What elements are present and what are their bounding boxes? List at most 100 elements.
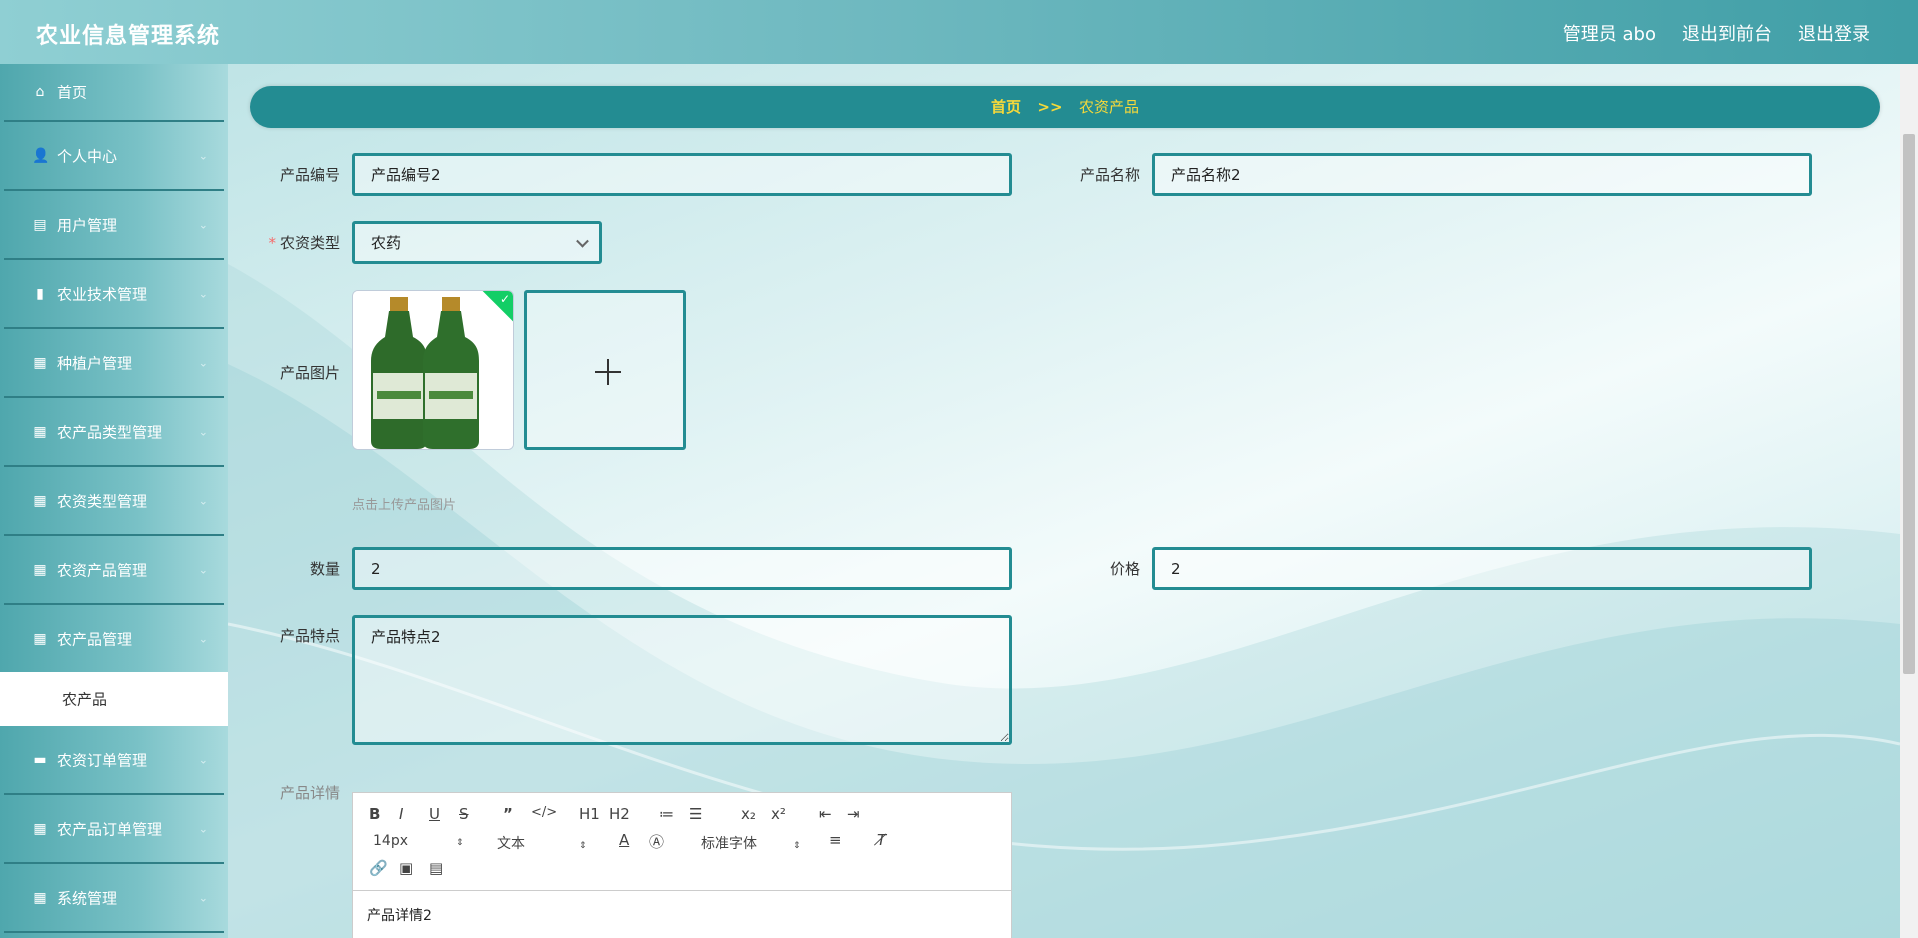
- sidebar-item-growers[interactable]: ▦ 种植户管理 ⌄: [4, 329, 224, 398]
- underline-icon[interactable]: U: [429, 805, 440, 823]
- sidebar-item-agri-tech[interactable]: ▮ 农业技术管理 ⌄: [4, 260, 224, 329]
- image-upload-button[interactable]: [524, 290, 686, 450]
- grid-icon: ▦: [33, 423, 47, 440]
- code-icon[interactable]: </>: [531, 805, 557, 820]
- top-nav: 管理员 abo 退出到前台 退出登录: [1563, 20, 1870, 46]
- home-icon: ⌂: [35, 84, 45, 100]
- sidebar-item-product-types[interactable]: ▦ 农产品类型管理 ⌄: [4, 398, 224, 467]
- name-label: 产品名称: [1079, 166, 1140, 184]
- sidebar-item-product-orders[interactable]: ▦ 农产品订单管理 ⌄: [4, 795, 224, 864]
- italic-icon[interactable]: I: [399, 805, 403, 823]
- product-code-input[interactable]: 产品编号2: [352, 153, 1012, 196]
- indent-icon[interactable]: ⇥: [847, 805, 860, 823]
- background-color-icon[interactable]: Ⓐ: [649, 831, 664, 852]
- chevron-down-icon: ⌄: [198, 753, 208, 766]
- sidebar-item-label: 农产品类型管理: [57, 423, 163, 441]
- chevron-down-icon: ⌄: [198, 494, 208, 507]
- sidebar-item-label: 农资产品管理: [57, 561, 148, 579]
- product-image-thumbnail[interactable]: ✓: [352, 290, 514, 450]
- blockquote-icon[interactable]: ”: [503, 805, 513, 823]
- chevron-down-icon: ⌄: [198, 149, 208, 162]
- price-input[interactable]: 2: [1152, 547, 1812, 590]
- type-label-text: 农资类型: [279, 234, 340, 252]
- breadcrumb-home[interactable]: 首页: [991, 98, 1021, 116]
- scrollbar-thumb[interactable]: [1903, 134, 1915, 674]
- sidebar-item-label: 农产品订单管理: [57, 820, 163, 838]
- chevron-down-icon: ⌄: [198, 287, 208, 300]
- exit-to-front-link[interactable]: 退出到前台: [1682, 20, 1772, 46]
- heading-1-icon[interactable]: H1: [579, 805, 600, 823]
- product-name-input[interactable]: 产品名称2: [1152, 153, 1812, 196]
- app-title: 农业信息管理系统: [36, 24, 221, 49]
- superscript-icon[interactable]: x²: [771, 805, 786, 823]
- outdent-icon[interactable]: ⇤: [819, 805, 832, 823]
- ordered-list-icon[interactable]: ≔: [659, 805, 674, 823]
- heading-2-icon[interactable]: H2: [609, 805, 630, 823]
- chevron-down-icon: ⌄: [198, 822, 208, 835]
- sidebar-subitem-agri-product[interactable]: 农产品: [0, 672, 228, 726]
- font-family-select[interactable]: 标准字体 ⇕: [701, 833, 801, 853]
- quantity-label: 数量: [309, 560, 340, 578]
- sidebar-item-personal-center[interactable]: 👤 个人中心 ⌄: [4, 122, 224, 191]
- text-style-select[interactable]: 文本 ⇕: [497, 833, 587, 853]
- strikethrough-icon[interactable]: S: [459, 805, 469, 823]
- main-content: 首页 >> 农资产品 产品编号 产品编号2 产品名称 产品名称2 * 农资类型 农…: [228, 64, 1900, 938]
- sidebar-item-system[interactable]: ▦ 系统管理 ⌄: [4, 864, 224, 933]
- sidebar-item-input-products[interactable]: ▦ 农资产品管理 ⌄: [4, 536, 224, 605]
- sidebar-item-label: 系统管理: [57, 889, 118, 907]
- align-icon[interactable]: ≡: [829, 831, 842, 849]
- required-mark: *: [268, 234, 276, 252]
- bold-icon[interactable]: B: [369, 805, 380, 823]
- chevron-down-icon: [576, 234, 589, 248]
- price-label: 价格: [1109, 560, 1140, 578]
- updown-icon: ⇕: [579, 841, 587, 851]
- clear-format-icon[interactable]: T̸: [877, 831, 886, 849]
- image-icon[interactable]: ▣: [399, 859, 413, 877]
- font-color-icon[interactable]: A: [619, 831, 629, 849]
- updown-icon: ⇕: [456, 838, 464, 848]
- bullet-list-icon[interactable]: ☰: [689, 805, 702, 823]
- sidebar-item-label: 用户管理: [57, 216, 118, 234]
- link-icon[interactable]: 🔗: [369, 859, 388, 877]
- grid-icon: ▦: [33, 630, 47, 647]
- top-bar: 农业信息管理系统 管理员 abo 退出到前台 退出登录: [0, 0, 1918, 64]
- detail-label: 产品详情: [279, 784, 340, 802]
- font-family-value: 标准字体: [701, 836, 757, 852]
- bottle-image: [353, 291, 513, 449]
- code-label: 产品编号: [279, 166, 340, 184]
- check-icon: ✓: [499, 292, 510, 306]
- editor-toolbar: B I U S ” </> H1 H2 ≔ ☰ x₂ x² ⇤ ⇥ 14px ⇕ …: [353, 793, 1011, 891]
- sidebar-item-label: 农产品管理: [57, 630, 133, 648]
- breadcrumb: 首页 >> 农资产品: [250, 86, 1880, 128]
- logout-link[interactable]: 退出登录: [1798, 20, 1870, 46]
- image-label: 产品图片: [279, 364, 340, 382]
- vertical-scrollbar[interactable]: [1900, 64, 1918, 938]
- breadcrumb-current: 农资产品: [1079, 98, 1140, 116]
- sidebar-item-agri-products[interactable]: ▦ 农产品管理 ⌄: [4, 605, 224, 674]
- feature-textarea[interactable]: 产品特点2: [352, 615, 1012, 745]
- bar-chart-icon: ▮: [36, 285, 44, 302]
- sidebar-item-input-orders[interactable]: ▬ 农资订单管理 ⌄: [4, 726, 224, 795]
- sidebar-item-user-management[interactable]: ▤ 用户管理 ⌄: [4, 191, 224, 260]
- input-type-select[interactable]: 农药: [352, 221, 602, 264]
- grid-icon: ▦: [33, 561, 47, 578]
- monitor-icon: ▬: [33, 751, 47, 768]
- chevron-down-icon: ⌄: [198, 218, 208, 231]
- font-size-select[interactable]: 14px ⇕: [373, 833, 464, 849]
- chevron-down-icon: ⌄: [198, 563, 208, 576]
- sidebar-item-input-types[interactable]: ▦ 农资类型管理 ⌄: [4, 467, 224, 536]
- plus-icon-vertical: [607, 359, 609, 385]
- upload-hint: 点击上传产品图片: [352, 498, 457, 513]
- grid-icon: ▦: [33, 889, 47, 906]
- sidebar-item-home[interactable]: ⌂ 首页: [4, 64, 224, 122]
- type-label: * 农资类型: [250, 232, 340, 253]
- subscript-icon[interactable]: x₂: [741, 805, 756, 823]
- chevron-down-icon: ⌄: [198, 632, 208, 645]
- font-size-value: 14px: [373, 833, 408, 849]
- editor-content[interactable]: 产品详情2: [353, 891, 1011, 938]
- grid-icon: ▦: [33, 492, 47, 509]
- sidebar-item-label: 农资类型管理: [57, 492, 148, 510]
- admin-user-link[interactable]: 管理员 abo: [1563, 20, 1656, 46]
- video-icon[interactable]: ▤: [429, 859, 443, 877]
- quantity-input[interactable]: 2: [352, 547, 1012, 590]
